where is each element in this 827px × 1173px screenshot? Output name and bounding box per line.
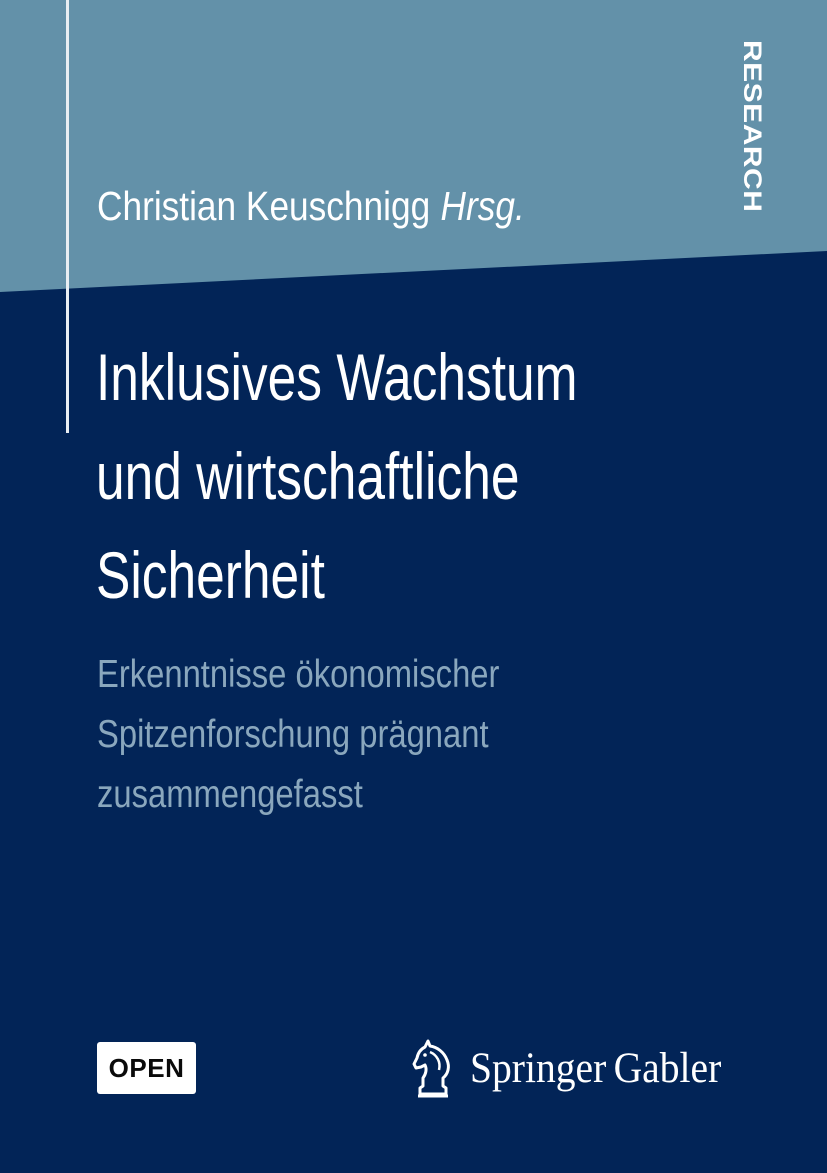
publisher-main: Springer — [470, 1045, 607, 1092]
publisher-imprint: Gabler — [613, 1045, 722, 1092]
subtitle-line: Spitzenforschung prägnant — [97, 713, 489, 756]
title-line: Inklusives Wachstum — [96, 340, 578, 414]
title-line: und wirtschaftliche — [96, 439, 520, 513]
vertical-rule — [66, 0, 69, 433]
knight-horse-icon — [412, 1039, 450, 1098]
author-role: Hrsg. — [440, 183, 525, 229]
title-line: Sicherheit — [96, 538, 325, 612]
top-color-band — [0, 0, 827, 292]
author-name: Christian Keuschnigg — [97, 183, 431, 229]
book-cover: RESEARCH Christian Keuschnigg Hrsg. Inklu… — [0, 0, 827, 1173]
publisher-name: Springer Gabler — [470, 1036, 721, 1102]
subtitle-line: Erkenntnisse ökonomischer — [97, 653, 500, 696]
open-access-badge: OPEN — [97, 1042, 196, 1094]
subtitle-line: zusammengefasst — [97, 773, 363, 816]
book-subtitle: Erkenntnisse ökonomischer Spitzenforschu… — [97, 645, 499, 825]
author-line: Christian Keuschnigg Hrsg. — [97, 181, 525, 231]
book-title: Inklusives Wachstum und wirtschaftliche … — [96, 328, 578, 625]
series-label: RESEARCH — [738, 40, 766, 213]
publisher-logo: Springer Gabler — [410, 1036, 743, 1102]
